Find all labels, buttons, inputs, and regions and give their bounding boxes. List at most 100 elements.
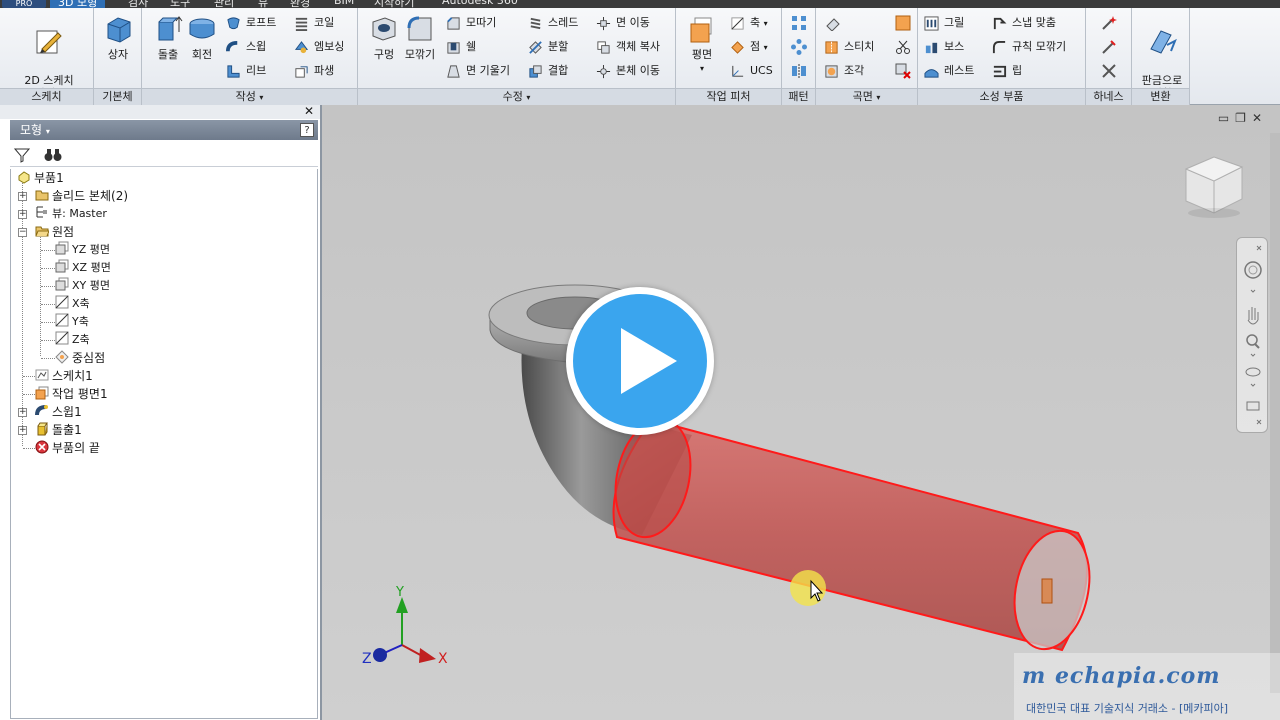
tree-node-part[interactable]: 부품1	[17, 169, 64, 187]
tree-node-solid-bodies[interactable]: 솔리드 본체(2)	[35, 187, 128, 205]
sweep-button[interactable]: 스윕	[224, 36, 266, 58]
rectangular-pattern-button[interactable]	[788, 12, 810, 34]
expand-toggle[interactable]: +	[18, 426, 27, 435]
tree-node-y-axis[interactable]: Y축	[55, 313, 89, 331]
tree-node-end-of-part[interactable]: 부품의 끝	[35, 439, 100, 457]
sculpt-button[interactable]: 조각	[822, 60, 864, 82]
lip-button[interactable]: 립	[990, 60, 1022, 82]
tree-node-center-point[interactable]: 중심점	[55, 349, 105, 367]
tab-tools[interactable]: 도구	[170, 0, 190, 8]
part-icon	[18, 171, 30, 184]
grill-button[interactable]: 그릴	[922, 12, 964, 34]
tree-node-work-plane1[interactable]: 작업 평면1	[35, 385, 108, 403]
binoculars-icon[interactable]	[44, 147, 62, 163]
lip-icon	[993, 65, 1007, 78]
shell-icon	[447, 42, 460, 54]
graphics-viewport[interactable]: ▭❐✕ Y X Z m echapia.com 대한민국 대표 기술지식 거래소…	[322, 105, 1280, 720]
face-draft-button[interactable]: 면 기울기	[444, 60, 510, 82]
tree-node-xz-plane[interactable]: XZ 평면	[55, 259, 111, 277]
fillet-button[interactable]: 모깎기	[396, 12, 444, 82]
tab-3d-model[interactable]: 3D 모형	[50, 0, 106, 8]
convert-to-sheet-metal-button[interactable]: 판금으로 변환	[1134, 12, 1190, 100]
revolve-button[interactable]: 회전	[178, 12, 226, 82]
sweep-icon	[35, 405, 48, 416]
patch-button[interactable]	[892, 12, 914, 34]
thread-button[interactable]: 스레드	[526, 12, 578, 34]
panel-label-create[interactable]: 작성 ▾	[142, 88, 357, 105]
panel-sketch: 2D 스케치 작성 ▾ 스케치	[0, 8, 94, 105]
panel-label-surface[interactable]: 곡면 ▾	[816, 88, 917, 105]
snap-fit-button[interactable]: 스냅 맞춤	[990, 12, 1056, 34]
tree-node-z-axis[interactable]: Z축	[55, 331, 90, 349]
expand-toggle[interactable]: +	[18, 210, 27, 219]
collapse-toggle[interactable]: −	[18, 228, 27, 237]
panel-create: 돌출 회전 로프트 스윕 리브 코일 엠보싱 파생 작성 ▾	[142, 8, 358, 105]
chamfer-button[interactable]: 모따기	[444, 12, 496, 34]
create-2d-sketch-button[interactable]: 2D 스케치 작성 ▾	[14, 12, 84, 100]
tab-inspect[interactable]: 검사	[128, 0, 148, 8]
circular-pattern-button[interactable]	[788, 36, 810, 58]
harness-tool-1-button[interactable]	[1098, 12, 1120, 34]
tab-autodesk-360[interactable]: Autodesk 360	[442, 0, 518, 8]
plane-icon	[55, 277, 69, 291]
model-3d[interactable]	[322, 105, 1280, 720]
tab-bim[interactable]: BIM	[334, 0, 354, 8]
tree-node-origin[interactable]: 원점	[35, 223, 74, 241]
close-icon[interactable]: ✕	[304, 104, 314, 118]
copy-object-button[interactable]: 객체 복사	[594, 36, 660, 58]
move-face-button[interactable]: 면 이동	[594, 12, 650, 34]
tree-node-xy-plane[interactable]: XY 평면	[55, 277, 110, 295]
move-body-button[interactable]: 본체 이동	[594, 60, 660, 82]
help-icon[interactable]: ?	[300, 123, 314, 137]
tab-view[interactable]: 뷰	[258, 0, 268, 8]
coil-button[interactable]: 코일	[292, 12, 334, 34]
tab-manage[interactable]: 관리	[214, 0, 234, 8]
axis-label-z: Z	[362, 651, 372, 667]
rib-button[interactable]: 리브	[224, 60, 266, 82]
thicken-button[interactable]	[822, 12, 844, 34]
browser-title: 모형	[20, 123, 43, 137]
stitch-button[interactable]: 스티치	[822, 36, 874, 58]
panel-label-modify[interactable]: 수정 ▾	[358, 88, 675, 105]
tree-node-yz-plane[interactable]: YZ 평면	[55, 241, 110, 259]
expand-toggle[interactable]: +	[18, 408, 27, 417]
browser-header[interactable]: 모형 ▾ ?	[10, 120, 318, 140]
work-plane-button[interactable]: 평면 ▾	[678, 12, 726, 82]
delete-face-button[interactable]	[892, 60, 914, 82]
work-axis-icon	[731, 17, 744, 30]
rest-button[interactable]: 레스트	[922, 60, 974, 82]
shell-button[interactable]: 쉘	[444, 36, 476, 58]
rule-fillet-icon	[992, 40, 1006, 54]
trim-button[interactable]	[892, 36, 914, 58]
work-axis-button[interactable]: 축 ▾	[728, 12, 768, 34]
expand-toggle[interactable]: +	[18, 192, 27, 201]
rule-fillet-button[interactable]: 규칙 모깎기	[990, 36, 1066, 58]
filter-icon[interactable]	[14, 147, 30, 163]
tree-node-sketch1[interactable]: 스케치1	[35, 367, 93, 385]
tab-environment[interactable]: 환경	[290, 0, 310, 8]
browser-tree: 부품1 + 솔리드 본체(2) + 뷰: Master − 원점 YZ 평면 X…	[10, 169, 318, 719]
split-button[interactable]: 분할	[526, 36, 568, 58]
ucs-button[interactable]: UCS	[728, 60, 773, 82]
tree-node-extrude1[interactable]: 돌출1	[35, 421, 82, 439]
panel-label-sketch: 스케치	[0, 88, 93, 105]
tab-getting-started[interactable]: 시작하기	[374, 0, 414, 8]
video-play-button[interactable]	[566, 287, 714, 435]
snap-fit-icon	[993, 17, 1007, 30]
harness-tool-3-button[interactable]	[1098, 60, 1120, 82]
box-button[interactable]: 상자	[94, 12, 142, 82]
model-browser: ✕ 모형 ▾ ? 부품1 + 솔리드 본체(2) + 뷰: Master − 원…	[0, 104, 322, 720]
loft-button[interactable]: 로프트	[224, 12, 276, 34]
tree-node-x-axis[interactable]: X축	[55, 295, 90, 313]
tree-node-sweep1[interactable]: 스윕1	[35, 403, 82, 421]
harness-tool-2-button[interactable]	[1098, 36, 1120, 58]
copy-object-icon	[597, 41, 610, 54]
boss-button[interactable]: 보스	[922, 36, 964, 58]
derive-button[interactable]: 파생	[292, 60, 334, 82]
panel-label-primitive: 기본체	[94, 88, 141, 105]
work-point-button[interactable]: 점 ▾	[728, 36, 768, 58]
combine-button[interactable]: 결합	[526, 60, 568, 82]
mirror-button[interactable]	[788, 60, 810, 82]
emboss-button[interactable]: 엠보싱	[292, 36, 344, 58]
tree-node-view-master[interactable]: 뷰: Master	[35, 205, 107, 223]
